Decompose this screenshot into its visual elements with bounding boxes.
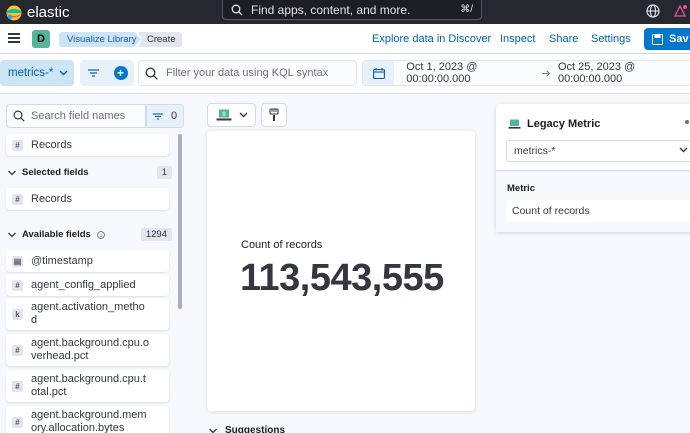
save-button[interactable]: Sav <box>644 28 690 50</box>
field-type-filter-button[interactable]: 0 <box>146 104 184 128</box>
chevron-down-icon <box>8 170 16 175</box>
inspect-link[interactable]: Inspect <box>500 33 535 45</box>
selected-fields-header[interactable]: Selected fields 1 <box>8 166 172 179</box>
time-range-picker: Oct 1, 2023 @ 00:00:00.000 Oct 25, 2023 … <box>362 60 690 86</box>
filter-count: 0 <box>170 110 178 122</box>
settings-link[interactable]: Settings <box>591 33 631 45</box>
field-item-timestamp[interactable]: ▤ @timestamp <box>6 250 169 272</box>
number-type-icon: # <box>12 416 23 428</box>
query-bar: metrics-* + Filter your data using KQL s… <box>0 54 690 94</box>
number-type-icon: # <box>12 139 23 151</box>
field-search-placeholder: Search field names <box>31 110 126 122</box>
visual-options-button[interactable] <box>261 103 287 127</box>
time-end[interactable]: Oct 25, 2023 @ 00:00:00.000 <box>558 61 690 85</box>
globe-icon[interactable] <box>645 3 661 19</box>
layer-data-view-select[interactable]: metrics-* <box>506 140 690 162</box>
plus-icon: + <box>113 66 128 80</box>
global-search-placeholder: Find apps, content, and more. <box>251 2 411 17</box>
top-header: elastic Find apps, content, and more. ⌘/ <box>0 0 690 24</box>
filter-menu-button[interactable] <box>80 69 107 77</box>
keyword-type-icon: k <box>12 308 23 320</box>
field-item-selected-records[interactable]: # Records <box>6 188 169 210</box>
metric-dimension-button[interactable]: Count of records <box>506 200 690 222</box>
elastic-logo[interactable]: elastic <box>6 4 70 21</box>
svg-text:8: 8 <box>222 111 226 118</box>
metric-dimension-section: Metric Count of records <box>496 171 690 232</box>
chevron-down-icon <box>239 112 247 118</box>
brush-icon <box>269 108 279 121</box>
metric-visualization: Count of records 113,543,555 <box>207 131 475 411</box>
keyboard-shortcut-badge: ⌘/ <box>460 4 473 15</box>
search-icon <box>145 67 158 80</box>
number-type-icon: # <box>12 380 23 392</box>
metric-value: 113,543,555 <box>240 257 444 299</box>
selected-fields-count: 1 <box>156 166 172 179</box>
data-view-picker[interactable]: metrics-* <box>0 60 74 86</box>
menu-icon[interactable] <box>8 33 20 43</box>
number-type-icon: # <box>12 279 23 291</box>
field-item-agent-activation-method[interactable]: k agent.activation_metho d <box>6 298 169 330</box>
info-icon[interactable] <box>96 230 105 239</box>
app-toolbar: D Visualize Library Create Explore data … <box>0 24 690 54</box>
chevron-down-icon <box>8 232 16 237</box>
search-icon <box>231 4 243 15</box>
field-item-agent-background-cpu-overhead[interactable]: # agent.background.cpu.o verhead.pct <box>6 334 169 366</box>
available-fields-count: 1294 <box>140 228 172 241</box>
time-start[interactable]: Oct 1, 2023 @ 00:00:00.000 <box>406 61 533 85</box>
field-item-agent-background-memory[interactable]: # agent.background.mem ory.allocation.by… <box>6 406 169 433</box>
chevron-down-icon <box>679 147 688 153</box>
suggestions-toggle[interactable]: Suggestions <box>209 425 285 433</box>
space-avatar[interactable]: D <box>32 30 50 48</box>
data-view-name: metrics-* <box>8 67 54 79</box>
filter-icon <box>88 69 99 77</box>
field-item-agent-config-applied[interactable]: # agent_config_applied <box>6 274 169 296</box>
filter-controls: + <box>80 60 134 86</box>
chart-type-switcher[interactable]: 8 <box>207 103 256 127</box>
chevron-down-icon <box>209 428 217 433</box>
filter-icon <box>152 112 163 120</box>
visualization-type-title: Legacy Metric <box>508 118 600 130</box>
kql-placeholder: Filter your data using KQL syntax <box>166 67 329 79</box>
kql-search-input[interactable]: Filter your data using KQL syntax <box>138 60 357 86</box>
metric-dimension-label: Metric <box>507 183 535 194</box>
add-filter-button[interactable]: + <box>107 66 134 80</box>
metric-label: Count of records <box>241 239 323 251</box>
elastic-logo-icon <box>6 5 22 20</box>
save-button-label: Sav <box>669 33 689 45</box>
metric-chart-icon <box>508 119 521 129</box>
number-type-icon: # <box>12 344 23 356</box>
arrow-right-icon <box>541 69 550 77</box>
calendar-icon <box>372 67 385 79</box>
save-icon <box>652 33 663 45</box>
share-link[interactable]: Share <box>549 33 578 45</box>
metric-chart-icon: 8 <box>216 109 231 121</box>
field-search-input[interactable]: Search field names <box>6 104 146 128</box>
search-icon <box>13 110 25 122</box>
field-list-scrollbar[interactable] <box>178 134 182 309</box>
breadcrumb-create: Create <box>138 32 182 47</box>
breadcrumb-visualize-library[interactable]: Visualize Library <box>59 32 141 47</box>
field-list-panel: Search field names 0 # Records Selected … <box>0 94 184 433</box>
field-item-records[interactable]: # Records <box>6 134 169 156</box>
global-search-input[interactable]: Find apps, content, and more. ⌘/ <box>222 0 482 20</box>
help-icon[interactable] <box>672 3 688 19</box>
elastic-wordmark: elastic <box>27 4 70 21</box>
explore-in-discover-link[interactable]: Explore data in Discover <box>372 33 491 45</box>
chevron-down-icon <box>59 70 68 76</box>
more-options-icon[interactable] <box>685 120 689 124</box>
number-type-icon: # <box>12 193 23 205</box>
calendar-type-icon: ▤ <box>12 255 23 267</box>
layer-config-panel: Legacy Metric metrics-* Metric Count of … <box>496 104 690 232</box>
quick-menu-button[interactable] <box>363 61 395 85</box>
available-fields-header[interactable]: Available fields 1294 <box>8 228 172 241</box>
field-item-agent-background-cpu-total[interactable]: # agent.background.cpu.t otal.pct <box>6 370 169 402</box>
